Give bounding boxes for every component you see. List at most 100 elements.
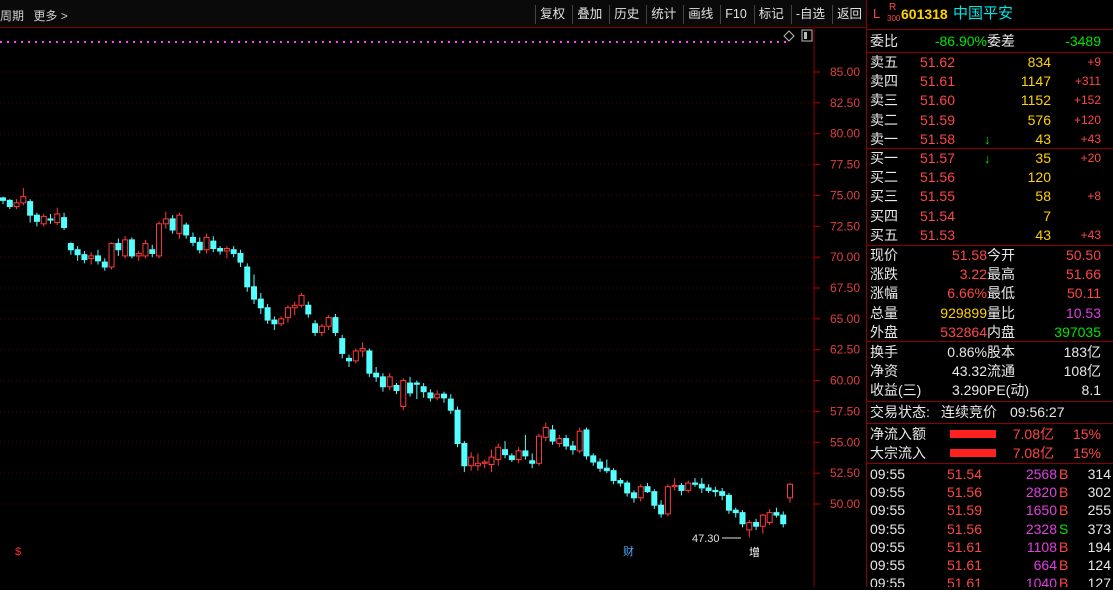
candle[interactable] (325, 315, 332, 330)
candle[interactable] (678, 483, 685, 496)
financial-report-marker[interactable]: 财 (623, 544, 634, 558)
candle[interactable] (495, 443, 502, 466)
candle[interactable] (440, 391, 447, 403)
candle[interactable] (556, 434, 563, 448)
candle[interactable] (81, 250, 88, 264)
candle[interactable] (454, 406, 461, 448)
candle[interactable] (332, 313, 339, 337)
candle[interactable] (773, 507, 780, 518)
candle[interactable] (746, 520, 753, 538)
candle[interactable] (692, 478, 699, 487)
candle[interactable] (712, 486, 719, 497)
candle[interactable] (563, 434, 570, 450)
draw-line-button[interactable]: 画线 (683, 5, 717, 24)
kline-chart[interactable]: 85.00 82.50 80.00 77.50 75.00 72.50 70.00 67.50… (0, 28, 866, 587)
candle[interactable] (203, 233, 210, 254)
candle[interactable] (74, 246, 81, 261)
candle[interactable] (542, 422, 549, 442)
candle[interactable] (719, 487, 726, 501)
candle[interactable] (787, 483, 793, 503)
candle[interactable] (312, 320, 319, 337)
candle[interactable] (298, 292, 305, 308)
candle[interactable] (257, 292, 264, 314)
candle[interactable] (597, 458, 604, 472)
candle[interactable] (420, 383, 427, 398)
candle[interactable] (230, 246, 237, 258)
candle[interactable] (658, 500, 665, 518)
candle[interactable] (142, 239, 149, 259)
overlay-button[interactable]: 叠加 (572, 5, 606, 24)
candle[interactable] (346, 354, 353, 367)
candle[interactable] (366, 348, 373, 377)
candle[interactable] (27, 199, 34, 223)
candle[interactable] (583, 427, 590, 460)
candle[interactable] (251, 274, 258, 305)
candle[interactable] (617, 478, 624, 487)
candle[interactable] (407, 376, 414, 397)
candle[interactable] (624, 480, 631, 497)
candle[interactable] (264, 304, 271, 324)
share-increase-marker[interactable]: 增 (749, 545, 760, 559)
candle[interactable] (529, 453, 536, 469)
candle[interactable] (33, 212, 40, 227)
candle[interactable] (20, 188, 27, 206)
candle[interactable] (156, 221, 163, 259)
candle[interactable] (284, 305, 291, 323)
candle[interactable] (502, 441, 509, 459)
candle[interactable] (217, 246, 224, 255)
candle[interactable] (630, 490, 637, 503)
candle[interactable] (13, 199, 20, 210)
period-button[interactable]: 周期 (0, 9, 24, 23)
more-button[interactable]: 更多 > (33, 9, 67, 23)
remove-watchlist-button[interactable]: -自选 (790, 5, 829, 24)
candle[interactable] (522, 434, 529, 460)
candle[interactable] (468, 452, 475, 471)
candle[interactable] (61, 212, 68, 230)
candle[interactable] (590, 453, 597, 466)
candle[interactable] (183, 222, 190, 239)
panel-toggle-icon[interactable] (801, 29, 813, 42)
candle[interactable] (189, 232, 196, 247)
candle[interactable] (461, 441, 468, 472)
candle[interactable] (339, 334, 346, 359)
candle[interactable] (0, 196, 6, 205)
candle[interactable] (196, 237, 203, 254)
candle[interactable] (318, 323, 325, 337)
candle[interactable] (47, 213, 54, 224)
diamond-icon[interactable] (783, 30, 795, 42)
candle[interactable] (549, 425, 556, 445)
candle[interactable] (685, 480, 692, 493)
candle[interactable] (237, 249, 244, 268)
candle[interactable] (427, 389, 434, 402)
candle[interactable] (40, 213, 47, 227)
candle[interactable] (474, 453, 481, 471)
candle[interactable] (6, 199, 13, 210)
candle[interactable] (705, 484, 712, 493)
candle[interactable] (278, 316, 285, 327)
candle[interactable] (637, 484, 644, 502)
candle[interactable] (671, 478, 678, 491)
candle[interactable] (400, 378, 407, 411)
candle[interactable] (393, 383, 400, 395)
candle[interactable] (434, 390, 441, 401)
candle[interactable] (508, 453, 515, 463)
candle[interactable] (488, 449, 495, 472)
f10-button[interactable]: F10 (720, 5, 751, 24)
candle[interactable] (244, 263, 251, 292)
candle[interactable] (352, 348, 359, 364)
candle[interactable] (753, 518, 760, 530)
candle[interactable] (379, 373, 386, 392)
mark-button[interactable]: 标记 (753, 5, 788, 24)
candle[interactable] (88, 252, 95, 265)
candle[interactable] (128, 237, 135, 259)
candle[interactable] (359, 342, 366, 358)
dividend-marker[interactable]: $ (15, 546, 21, 558)
candle[interactable] (739, 510, 746, 528)
candle[interactable] (210, 236, 217, 253)
candle[interactable] (169, 215, 176, 234)
candle[interactable] (176, 212, 183, 239)
candle[interactable] (291, 301, 298, 316)
candle[interactable] (515, 447, 522, 464)
history-button[interactable]: 历史 (609, 5, 643, 24)
candle[interactable] (780, 511, 787, 528)
